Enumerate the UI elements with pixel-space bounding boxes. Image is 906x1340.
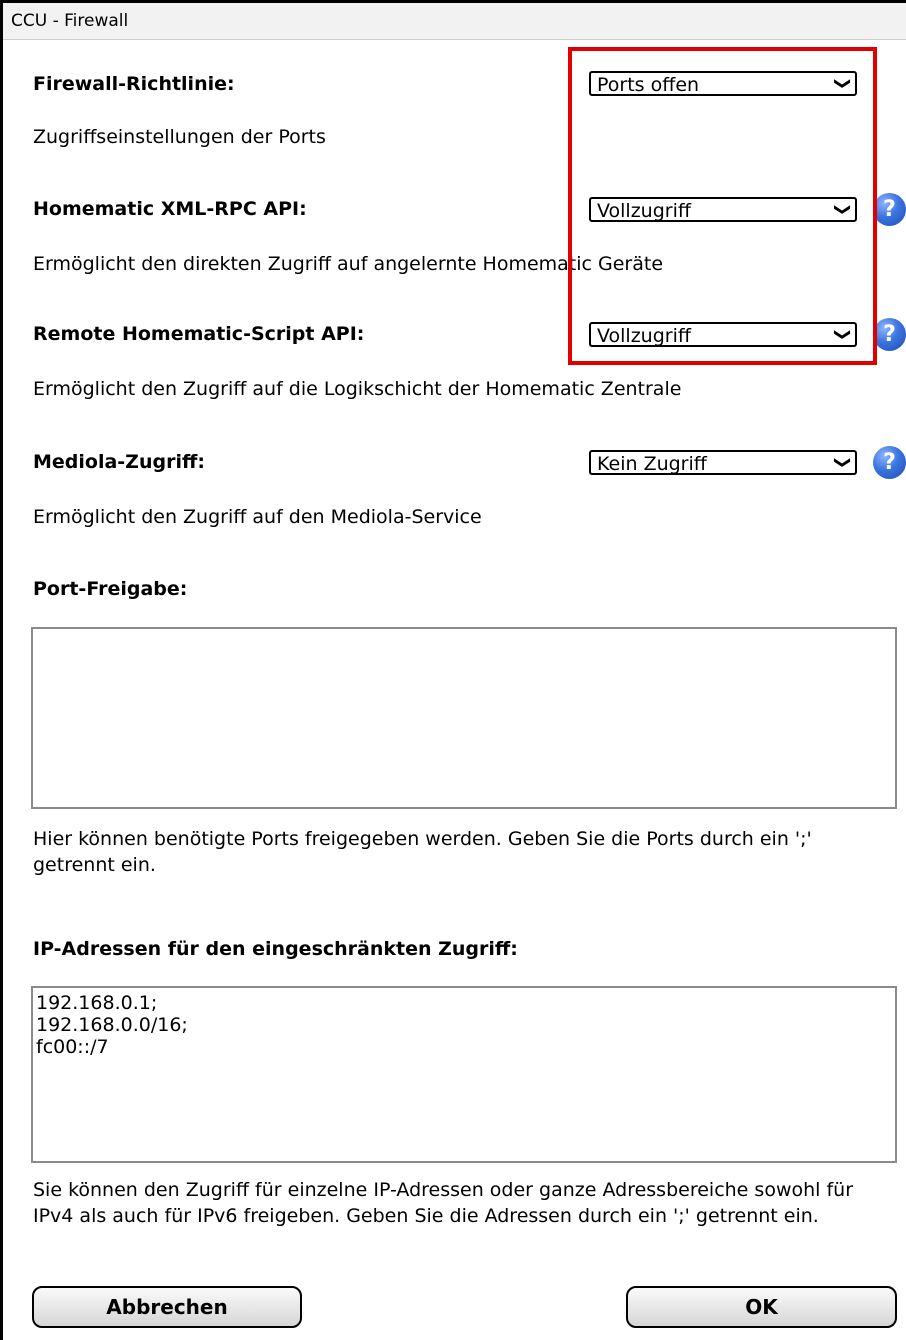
ip-access-textarea[interactable]: 192.168.0.1; 192.168.0.0/16; fc00::/7 xyxy=(31,986,897,1163)
ip-access-description: Sie können den Zugriff für einzelne IP-A… xyxy=(33,1179,854,1227)
highlight-box xyxy=(568,47,877,365)
xmlrpc-api-label: Homematic XML-RPC API: xyxy=(33,198,307,220)
xmlrpc-help-icon[interactable]: ? xyxy=(873,193,906,226)
ip-line: 192.168.0.0/16; xyxy=(36,1014,188,1036)
cancel-button[interactable]: Abbrechen xyxy=(32,1286,302,1328)
mediola-select[interactable]: Kein Zugriff ❯ xyxy=(589,450,857,475)
ip-access-label: IP-Adressen für den eingeschränkten Zugr… xyxy=(33,938,518,960)
window-title: CCU - Firewall xyxy=(11,11,129,31)
ok-button[interactable]: OK xyxy=(626,1286,897,1328)
ip-line: fc00::/7 xyxy=(36,1036,109,1058)
port-release-description: Hier können benötigte Ports freigegeben … xyxy=(33,828,812,876)
script-api-help-icon[interactable]: ? xyxy=(873,318,906,351)
chevron-down-icon: ❯ xyxy=(833,455,853,470)
ip-line: 192.168.0.1; xyxy=(36,992,158,1014)
firewall-policy-description: Zugriffseinstellungen der Ports xyxy=(33,126,326,148)
mediola-help-icon[interactable]: ? xyxy=(873,446,906,479)
port-release-textarea[interactable] xyxy=(31,627,897,809)
script-api-label: Remote Homematic-Script API: xyxy=(33,323,365,345)
mediola-description: Ermöglicht den Zugriff auf den Mediola-S… xyxy=(33,506,482,528)
mediola-label: Mediola-Zugriff: xyxy=(33,451,205,473)
port-release-label: Port-Freigabe: xyxy=(33,578,188,600)
firewall-policy-label: Firewall-Richtlinie: xyxy=(33,73,235,95)
mediola-value: Kein Zugriff xyxy=(597,453,707,475)
window-titlebar: CCU - Firewall xyxy=(3,3,906,40)
script-api-description: Ermöglicht den Zugriff auf die Logikschi… xyxy=(33,378,682,400)
